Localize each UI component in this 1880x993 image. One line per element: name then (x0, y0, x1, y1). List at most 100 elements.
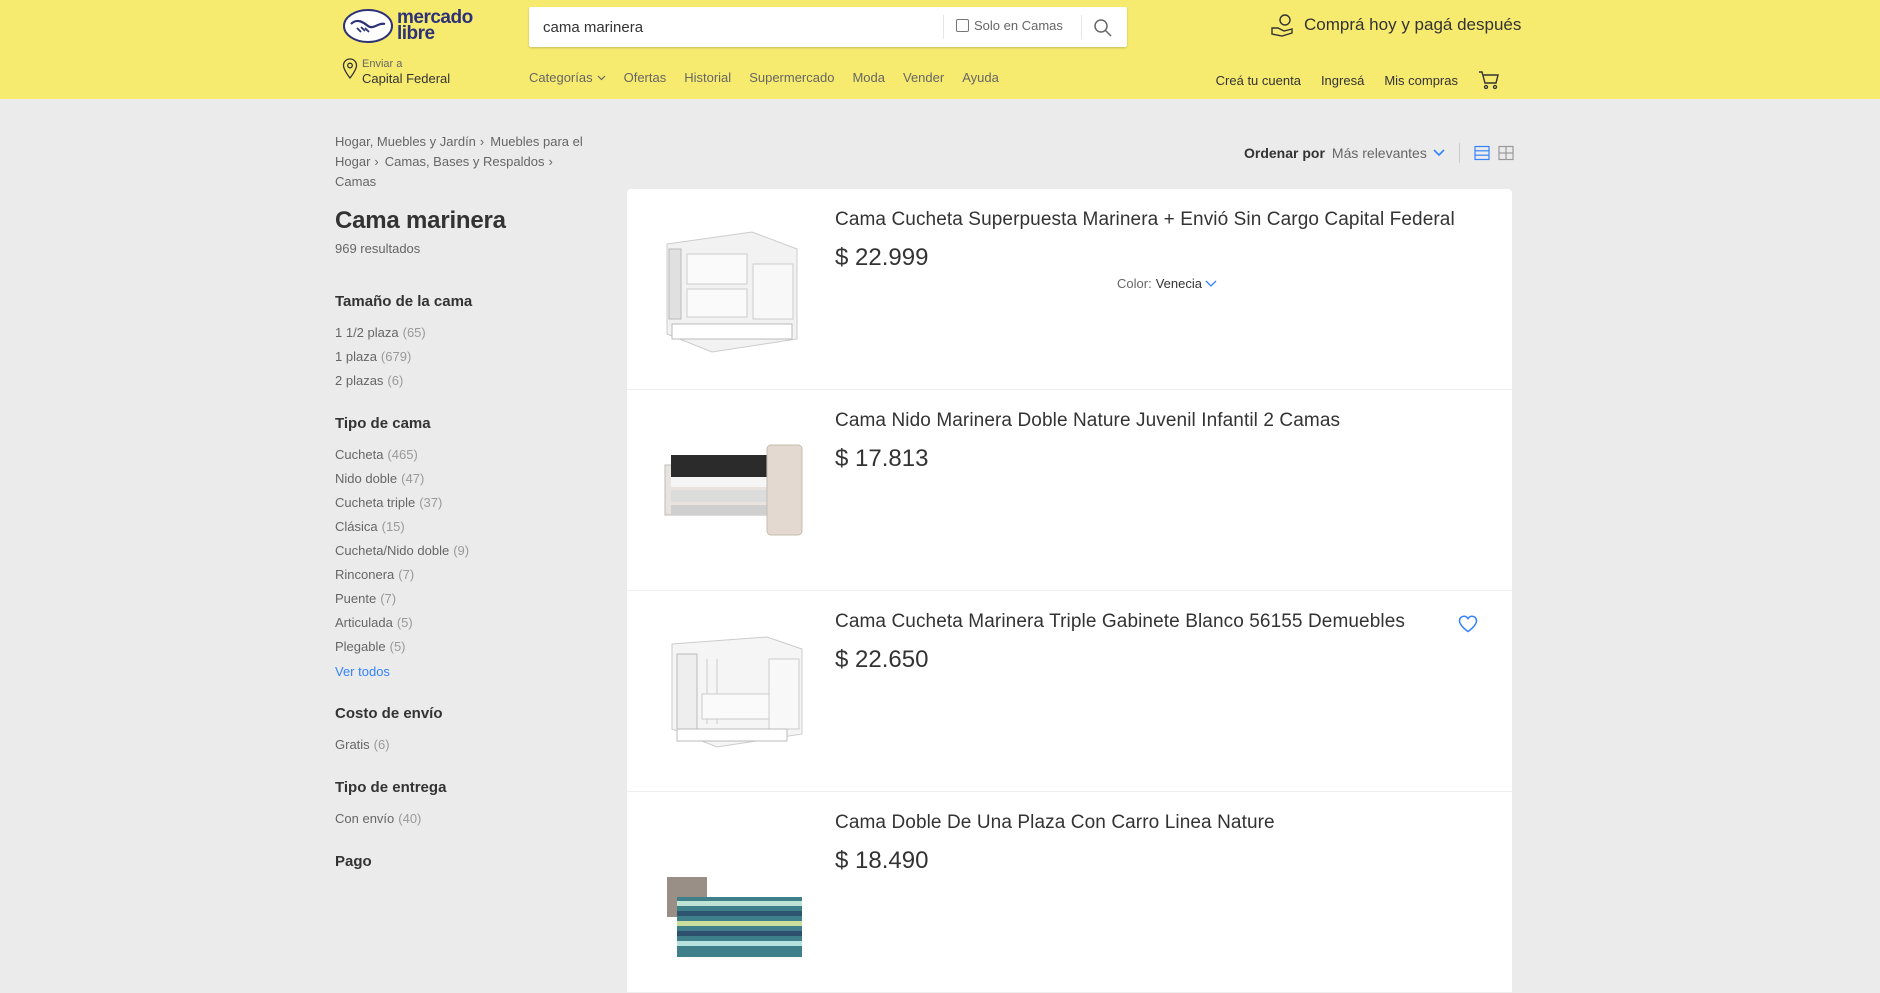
list-item[interactable]: Cama Doble De Una Plaza Con Carro Linea … (627, 792, 1512, 993)
nav-moda[interactable]: Moda (852, 70, 885, 85)
user-nav: Creá tu cuenta Ingresá Mis compras (1196, 70, 1500, 90)
nav-categorias[interactable]: Categorías (529, 70, 606, 85)
ver-todos-link[interactable]: Ver todos (335, 659, 595, 683)
filter-option[interactable]: Clásica (15) (335, 515, 595, 539)
breadcrumb-item[interactable]: Hogar, Muebles y Jardín (335, 134, 476, 149)
filter-label: 2 plazas (335, 373, 384, 388)
filter-option[interactable]: Articulada (5) (335, 611, 595, 635)
filter-option[interactable]: Rinconera (7) (335, 563, 595, 587)
filter-group-costo-envio: Costo de envío Gratis (6) (335, 705, 595, 757)
filter-option[interactable]: 1 plaza (679) (335, 345, 595, 369)
nav-label: Moda (852, 70, 885, 85)
filter-title: Tipo de entrega (335, 779, 447, 796)
filter-group-tipo-cama: Tipo de cama Cucheta (465) Nido doble (47)… (335, 415, 595, 683)
filter-group-tipo-entrega: Tipo de entrega Con envío (40) (335, 779, 595, 831)
promo-text: Comprá hoy y pagá después (1304, 15, 1522, 34)
product-image[interactable] (657, 822, 807, 962)
mercadolibre-logo[interactable]: mercado libre (343, 8, 473, 44)
filter-label: Clásica (335, 519, 378, 534)
filter-option[interactable]: Cucheta (465) (335, 443, 595, 467)
login-link[interactable]: Ingresá (1321, 73, 1364, 88)
filter-label: 1 1/2 plaza (335, 325, 399, 340)
filter-count: (5) (396, 615, 413, 630)
nav-supermercado[interactable]: Supermercado (749, 70, 834, 85)
filter-count: (5) (389, 639, 406, 654)
solo-en-camas-checkbox[interactable]: Solo en Camas (956, 18, 1063, 33)
nav-historial[interactable]: Historial (684, 70, 731, 85)
list-item[interactable]: Cama Nido Marinera Doble Nature Juvenil … (627, 390, 1512, 591)
location-pin-icon (342, 58, 358, 80)
nav-label: Vender (903, 70, 945, 85)
grid-view-icon[interactable] (1498, 145, 1514, 161)
filter-option[interactable]: Puente (7) (335, 587, 595, 611)
filter-label: Con envío (335, 811, 395, 826)
product-price: $ 18.490 (835, 847, 929, 874)
filter-count: (679) (380, 349, 412, 364)
product-image[interactable] (657, 219, 807, 359)
filter-label: Gratis (335, 737, 370, 752)
nav-label: Ofertas (623, 70, 667, 85)
trundle-bed-image (664, 444, 803, 536)
list-view-icon[interactable] (1474, 145, 1490, 161)
results-count: 969 resultados (335, 241, 421, 256)
shipping-location[interactable]: Enviar a Capital Federal (342, 58, 450, 87)
product-title[interactable]: Cama Nido Marinera Doble Nature Juvenil … (835, 410, 1340, 432)
heart-icon[interactable] (1458, 615, 1478, 633)
filter-count: (6) (387, 373, 404, 388)
search-icon[interactable] (1092, 17, 1114, 39)
product-image[interactable] (657, 420, 807, 560)
chevron-down-icon[interactable] (1433, 149, 1445, 157)
chevron-right-icon: › (479, 134, 485, 149)
filter-group-pago: Pago (335, 853, 595, 870)
filter-option[interactable]: Nido doble (47) (335, 467, 595, 491)
nav-label: Ayuda (962, 70, 999, 85)
sort-label: Ordenar por (1244, 145, 1325, 161)
checkbox-box[interactable] (956, 19, 969, 32)
filter-count: (40) (398, 811, 422, 826)
filter-option[interactable]: 1 1/2 plaza (65) (335, 321, 595, 345)
filter-label: Nido doble (335, 471, 398, 486)
filter-count: (9) (453, 543, 470, 558)
location-small: Enviar a (362, 58, 403, 70)
filter-option[interactable]: 2 plazas (6) (335, 369, 595, 393)
filter-count: (7) (398, 567, 415, 582)
nav-ofertas[interactable]: Ofertas (624, 70, 667, 85)
color-selector[interactable]: Color: Venecia (1117, 276, 1217, 291)
nav-vender[interactable]: Vender (903, 70, 944, 85)
product-title[interactable]: Cama Doble De Una Plaza Con Carro Linea … (835, 812, 1275, 834)
filter-option[interactable]: Con envío (40) (335, 807, 595, 831)
filter-option[interactable]: Plegable (5) (335, 635, 595, 659)
list-item[interactable]: Cama Cucheta Superpuesta Marinera + Envi… (627, 189, 1512, 390)
cart-icon[interactable] (1478, 70, 1500, 90)
nav-ayuda[interactable]: Ayuda (962, 70, 999, 85)
filter-count: (465) (387, 447, 418, 462)
filter-option[interactable]: Gratis (6) (335, 733, 595, 757)
breadcrumb: Hogar, Muebles y Jardín › Muebles para el … (335, 132, 605, 192)
filter-count: (15) (381, 519, 405, 534)
nav-label: Historial (684, 70, 732, 85)
breadcrumb-item[interactable]: Camas (335, 174, 376, 189)
filter-label: 1 plaza (335, 349, 377, 364)
filter-group-tamano: Tamaño de la cama 1 1/2 plaza (65) 1 plaz… (335, 293, 595, 393)
page-title: Cama marinera (335, 207, 506, 234)
search-input[interactable] (543, 7, 943, 47)
product-title[interactable]: Cama Cucheta Marinera Triple Gabinete Bl… (835, 611, 1405, 633)
brand-line2: libre (397, 23, 435, 44)
nav-label: Categorías (529, 70, 593, 85)
create-account-link[interactable]: Creá tu cuenta (1216, 73, 1301, 88)
location-big: Capital Federal (362, 71, 451, 86)
chevron-down-icon (1205, 280, 1217, 287)
my-purchases-link[interactable]: Mis compras (1384, 73, 1458, 88)
list-item[interactable]: Cama Cucheta Marinera Triple Gabinete Bl… (627, 591, 1512, 792)
hand-coin-icon (1271, 14, 1293, 37)
product-image[interactable] (657, 621, 807, 761)
promo-banner[interactable]: Comprá hoy y pagá después (1270, 12, 1521, 38)
nav-label: Supermercado (749, 70, 835, 85)
chevron-right-icon: › (374, 154, 379, 169)
product-title[interactable]: Cama Cucheta Superpuesta Marinera + Envi… (835, 209, 1455, 231)
sort-dropdown[interactable]: Más relevantes (1332, 145, 1427, 161)
chevron-down-icon (597, 75, 606, 80)
filter-option[interactable]: Cucheta triple (37) (335, 491, 595, 515)
breadcrumb-item[interactable]: Camas, Bases y Respaldos (385, 154, 545, 169)
filter-option[interactable]: Cucheta/Nido doble (9) (335, 539, 595, 563)
